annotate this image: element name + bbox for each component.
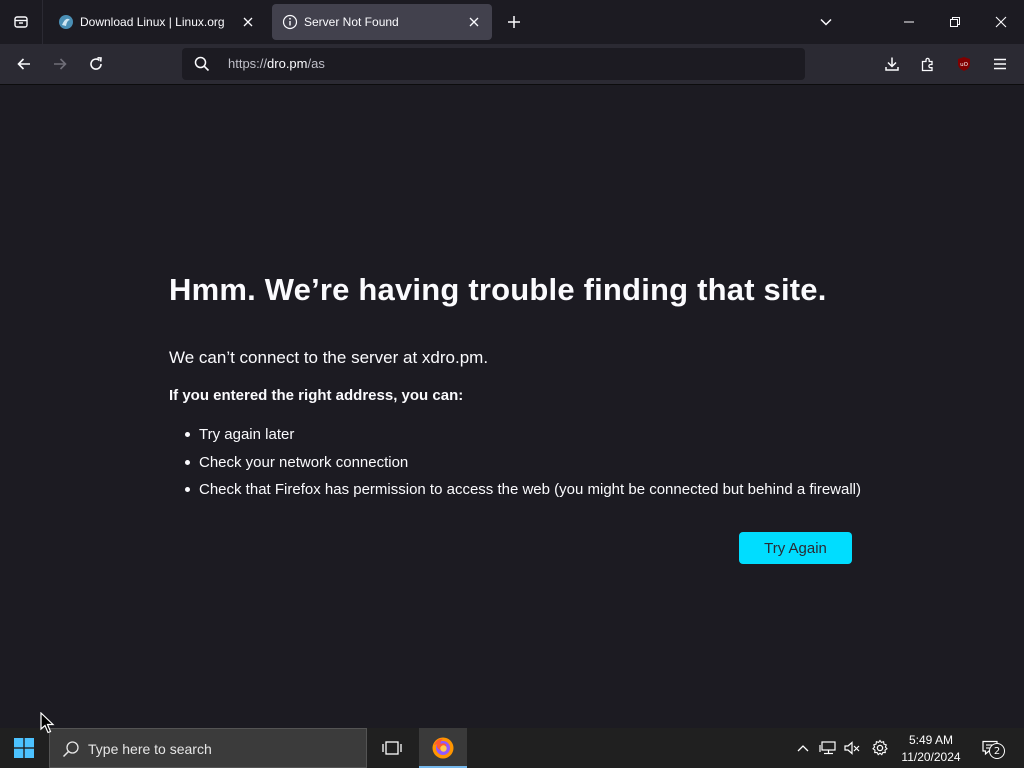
settings-tray-button[interactable] <box>869 728 891 768</box>
firefox-view-icon <box>14 16 28 28</box>
list-item: Check your network connection <box>185 449 861 477</box>
bullet <box>185 432 190 438</box>
chevron-down-icon <box>820 18 832 26</box>
search-placeholder: Type here to search <box>88 741 212 757</box>
tab-linux-org[interactable]: Download Linux | Linux.org <box>48 4 266 40</box>
ublock-shield-icon: uO <box>958 57 970 71</box>
close-window-button[interactable] <box>978 0 1024 44</box>
firefox-taskbar-button[interactable] <box>419 728 467 768</box>
list-item: Try again later <box>185 421 861 449</box>
arrow-left-icon <box>17 58 30 70</box>
system-clock[interactable]: 5:49 AM 11/20/2024 <box>896 732 966 766</box>
firefox-logo-icon <box>432 737 454 759</box>
start-button[interactable] <box>0 728 48 768</box>
arrow-right-icon <box>54 58 67 70</box>
clock-time: 5:49 AM <box>908 733 954 747</box>
downloads-button[interactable] <box>878 50 906 78</box>
task-view-button[interactable] <box>370 728 414 768</box>
puzzle-piece-icon <box>921 57 933 72</box>
tab-strip: Download Linux | Linux.org Server Not Fo… <box>0 0 1024 44</box>
try-again-button[interactable]: Try Again <box>739 532 852 564</box>
list-item-text: Check your network connection <box>199 453 409 471</box>
download-icon <box>885 57 899 71</box>
reload-button[interactable] <box>82 50 110 78</box>
taskbar: Type here to search 5:49 AM 11/20/2024 2 <box>0 728 1024 768</box>
url-path: /as <box>307 56 325 71</box>
error-suggestions-heading: If you entered the right address, you ca… <box>169 387 464 404</box>
restore-icon <box>950 17 960 27</box>
navigation-toolbar: https://dro.pm/as uO <box>0 44 1024 85</box>
notifications-button[interactable]: 2 <box>974 728 1008 768</box>
gear-icon <box>872 739 888 756</box>
error-suggestions-list: Try again later Check your network conne… <box>185 421 861 504</box>
error-short-description: We can’t connect to the server at xdro.p… <box>169 348 489 367</box>
search-icon <box>62 740 80 758</box>
bullet <box>185 459 190 465</box>
ublock-origin-button[interactable]: uO <box>950 50 978 78</box>
chevron-up-icon <box>797 745 809 752</box>
error-page: Hmm. We’re having trouble finding that s… <box>0 85 1024 728</box>
url-scheme: https:// <box>228 56 268 71</box>
list-all-tabs-button[interactable] <box>815 11 837 33</box>
notification-count-badge: 2 <box>989 743 1005 759</box>
network-tray-button[interactable] <box>817 728 839 768</box>
info-icon <box>282 14 298 30</box>
linux-org-favicon-icon <box>58 14 74 30</box>
app-menu-button[interactable] <box>986 50 1014 78</box>
svg-text:uO: uO <box>960 62 968 68</box>
url-host: dro.pm <box>267 56 308 71</box>
tab-server-not-found[interactable]: Server Not Found <box>272 4 492 40</box>
minimize-icon <box>904 21 914 23</box>
reload-icon <box>90 57 102 70</box>
firefox-view-button[interactable] <box>0 0 43 44</box>
forward-button[interactable] <box>46 50 74 78</box>
list-item-text: Check that Firefox has permission to acc… <box>199 481 862 499</box>
close-icon <box>995 16 1007 28</box>
hamburger-menu-icon <box>994 58 1006 70</box>
windows-logo-icon <box>14 738 34 758</box>
mouse-pointer-icon <box>40 712 56 734</box>
task-view-icon <box>382 741 402 755</box>
minimize-button[interactable] <box>886 0 932 44</box>
show-hidden-icons-button[interactable] <box>793 728 813 768</box>
url-text[interactable]: https://dro.pm/as <box>228 56 325 71</box>
close-tab-icon[interactable] <box>466 14 482 30</box>
taskbar-search-box[interactable]: Type here to search <box>49 728 367 768</box>
tab-label: Download Linux | Linux.org <box>80 15 225 29</box>
error-title: Hmm. We’re having trouble finding that s… <box>169 272 827 307</box>
clock-date: 11/20/2024 <box>901 750 961 764</box>
back-button[interactable] <box>10 50 38 78</box>
extensions-button[interactable] <box>914 50 942 78</box>
bullet <box>185 487 190 493</box>
speaker-muted-icon <box>844 741 860 755</box>
address-bar[interactable]: https://dro.pm/as <box>182 48 805 80</box>
restore-button[interactable] <box>932 0 978 44</box>
list-item-text: Try again later <box>199 426 295 444</box>
new-tab-button[interactable] <box>503 11 525 33</box>
search-icon <box>194 56 210 72</box>
volume-tray-button[interactable] <box>841 728 863 768</box>
plus-icon <box>508 16 520 28</box>
close-tab-icon[interactable] <box>240 14 256 30</box>
network-icon <box>819 741 836 755</box>
tab-label: Server Not Found <box>304 15 399 29</box>
list-item: Check that Firefox has permission to acc… <box>185 476 861 504</box>
